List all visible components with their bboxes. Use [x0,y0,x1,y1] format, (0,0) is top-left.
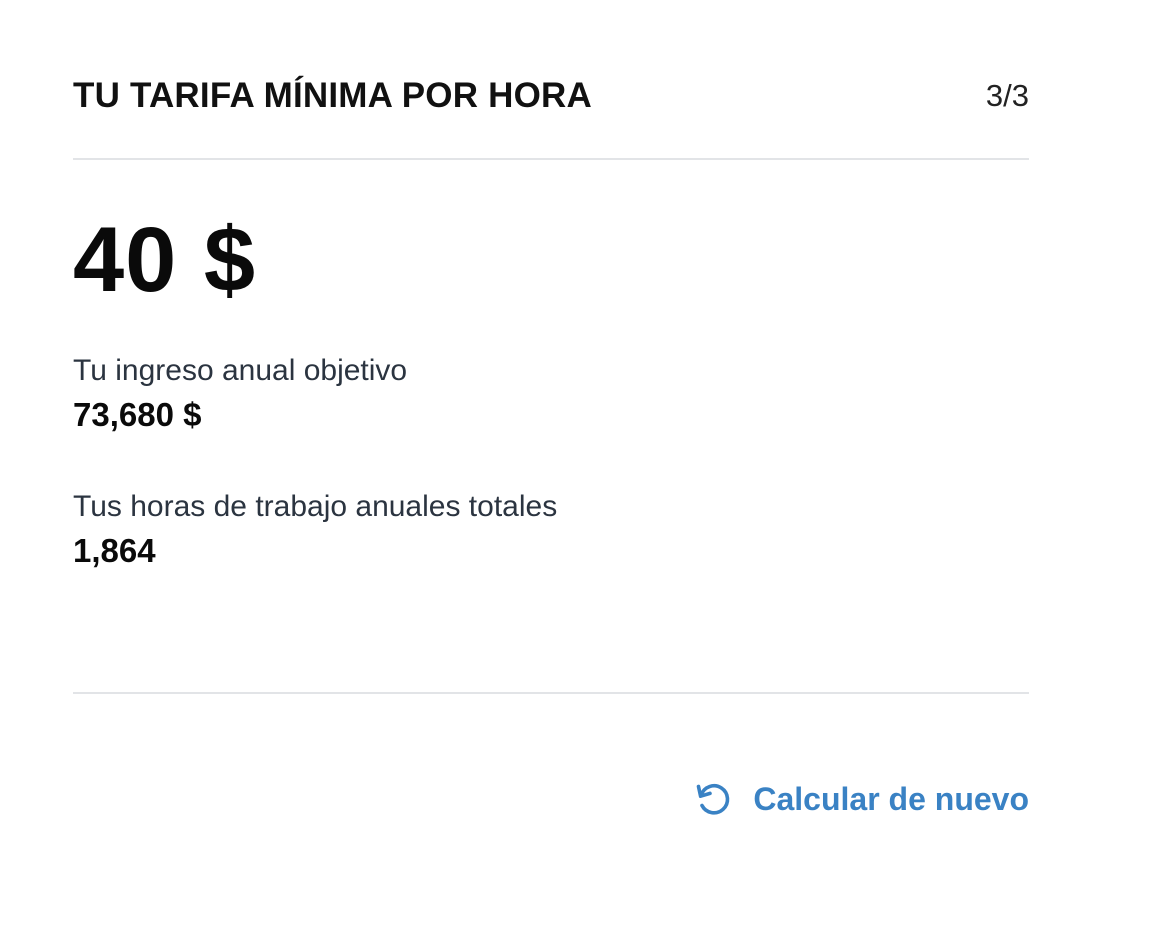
header-divider [73,158,1029,160]
income-label: Tu ingreso anual objetivo [73,354,408,387]
footer-divider [73,692,1029,694]
hourly-rate-value: 40 $ [73,209,257,311]
recalculate-label: Calcular de nuevo [753,780,1029,817]
hours-value: 1,864 [73,532,156,569]
refresh-icon [697,784,730,815]
recalculate-button[interactable]: Calcular de nuevo [693,774,1029,824]
step-indicator: 3/3 [985,78,1029,113]
card-header: TU TARIFA MÍNIMA POR HORA 3/3 [73,72,1029,120]
result-card: TU TARIFA MÍNIMA POR HORA 3/3 40 $ Tu in… [73,0,1029,930]
page-title: TU TARIFA MÍNIMA POR HORA [73,76,592,115]
hours-label: Tus horas de trabajo anuales totales [73,490,558,523]
income-value: 73,680 $ [73,396,202,433]
